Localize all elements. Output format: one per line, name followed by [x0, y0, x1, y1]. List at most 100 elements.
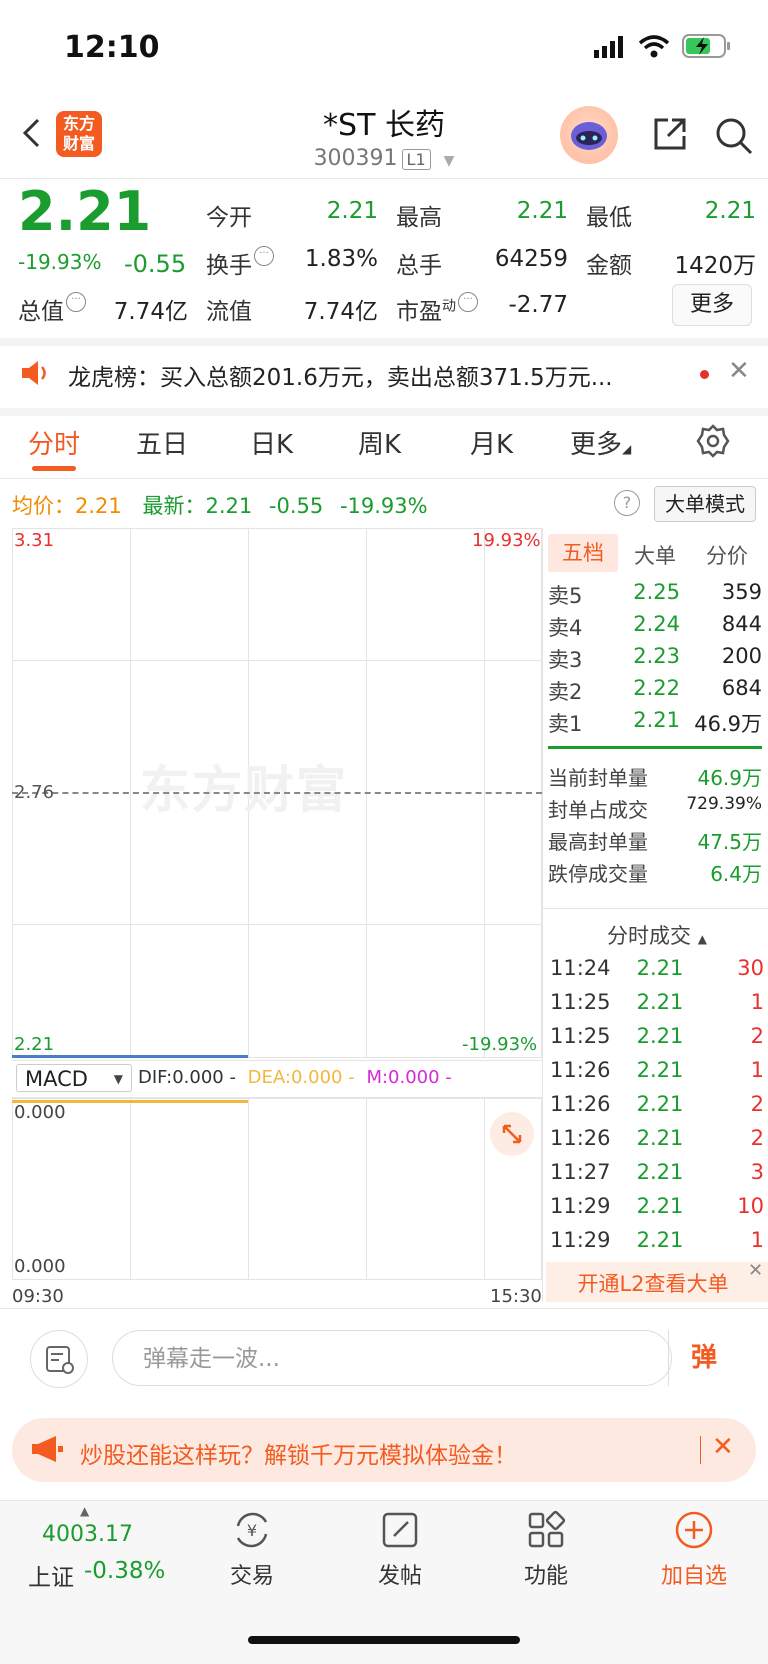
grid-line — [248, 1098, 249, 1280]
indicator-selector[interactable]: MACD ▼ — [16, 1064, 132, 1092]
tab-monthly-k[interactable]: 月K — [470, 424, 513, 461]
ask-price: 2.21 — [633, 708, 680, 732]
order-book-separator — [548, 746, 762, 749]
ask-volume: 46.9万 — [694, 712, 762, 736]
nav-post-label[interactable]: 发帖 — [350, 1558, 450, 1590]
seal-label: 当前封单量 — [548, 766, 648, 790]
header-divider — [0, 178, 768, 179]
post-icon[interactable] — [378, 1508, 422, 1552]
latest-value: 2.21 — [205, 494, 253, 518]
chart-bottom-divider — [0, 1308, 768, 1309]
change-percent: -19.93% — [18, 250, 102, 274]
ticks-header[interactable]: 分时成交 ▲ — [546, 920, 768, 950]
danmu-send-button[interactable]: 弹 — [668, 1330, 739, 1386]
functions-icon[interactable] — [524, 1508, 568, 1552]
l2-banner-text[interactable]: 开通L2查看大单 — [548, 1268, 758, 1298]
tick-price: 2.21 — [636, 1194, 684, 1218]
high-label: 最高 — [396, 205, 442, 231]
tabs-divider — [0, 478, 768, 479]
pct-axis-bottom: -19.93% — [462, 1034, 538, 1055]
macd-m: M:0.000 - — [366, 1067, 452, 1088]
help-icon[interactable]: ? — [614, 490, 640, 516]
caret-up-icon: ▲ — [697, 932, 707, 946]
grid-line — [130, 1098, 131, 1280]
battery-icon — [682, 34, 730, 58]
seal-label: 跌停成交量 — [548, 862, 648, 886]
tab-more[interactable]: 更多◢ — [570, 424, 631, 461]
macd-y-top: 0.000 — [14, 1102, 66, 1123]
trade-icon[interactable]: ¥ — [230, 1508, 274, 1552]
nav-functions-label[interactable]: 功能 — [496, 1558, 596, 1590]
dragon-tiger-notice[interactable]: 龙虎榜：买入总额201.6万元，卖出总额371.5万元... — [68, 358, 668, 392]
float-value: 7.74亿 — [303, 299, 378, 325]
tab-big-orders[interactable]: 大单 — [634, 540, 676, 570]
tick-time: 11:29 — [550, 1194, 611, 1218]
danmu-input[interactable]: 弹幕走一波... — [112, 1330, 672, 1386]
chart-info-line: 均价：2.21 最新：2.21 -0.55 -19.93% — [12, 490, 428, 520]
tick-price: 2.21 — [636, 1058, 684, 1082]
tab-five-levels[interactable]: 五档 — [548, 534, 618, 572]
index-change[interactable]: -0.38% — [84, 1558, 165, 1584]
tab-daily-k[interactable]: 日K — [250, 424, 293, 461]
index-name[interactable]: 上证 — [28, 1558, 74, 1592]
tab-five-day[interactable]: 五日 — [136, 424, 188, 461]
danmu-settings-icon[interactable] — [30, 1330, 88, 1388]
more-button[interactable]: 更多 — [672, 284, 752, 326]
caret-icon: ◢ — [622, 442, 632, 456]
amount-value: 1420万 — [674, 253, 756, 279]
pct-axis-top: 19.93% — [472, 530, 541, 551]
tick-price: 2.21 — [636, 1160, 684, 1184]
float-label: 流值 — [206, 299, 252, 325]
big-order-mode-button[interactable]: 大单模式 — [654, 486, 756, 522]
add-watchlist-icon[interactable] — [672, 1508, 716, 1552]
wifi-icon — [638, 35, 670, 58]
dropdown-arrow-icon: ▼ — [113, 1072, 123, 1086]
gear-icon[interactable] — [696, 424, 730, 458]
promo-text[interactable]: 炒股还能这样玩？解锁千万元模拟体验金！ — [80, 1436, 517, 1470]
share-icon[interactable] — [652, 116, 688, 152]
tick-volume: 30 — [737, 956, 764, 980]
seal-label: 封单占成交 — [548, 798, 648, 822]
ask-price: 2.24 — [633, 612, 680, 636]
tab-intraday[interactable]: 分时 — [28, 424, 80, 461]
mktcap-value: 7.74亿 — [113, 299, 188, 325]
tick-time: 11:25 — [550, 990, 611, 1014]
close-icon[interactable]: ✕ — [728, 356, 750, 386]
tab-price-dist[interactable]: 分价 — [706, 540, 748, 570]
ask-label: 卖1 — [548, 712, 583, 736]
tick-volume: 1 — [750, 1228, 764, 1252]
tick-time: 11:29 — [550, 1228, 611, 1252]
seal-label: 最高封单量 — [548, 830, 648, 854]
close-icon[interactable]: ✕ — [712, 1432, 734, 1462]
nav-trade-label[interactable]: 交易 — [202, 1558, 302, 1590]
close-icon[interactable]: ✕ — [748, 1260, 763, 1281]
promo-separator — [700, 1436, 701, 1464]
y-axis-bottom: 2.21 — [14, 1034, 55, 1055]
assistant-robot-icon[interactable] — [560, 106, 618, 164]
ask-volume: 200 — [721, 644, 762, 668]
expand-icon[interactable] — [490, 1112, 534, 1156]
ask-price: 2.22 — [633, 676, 680, 700]
tick-time: 11:26 — [550, 1058, 611, 1082]
index-value[interactable]: 4003.17 — [42, 1522, 133, 1547]
mktcap-label: 总值 ··· — [18, 292, 86, 326]
time-axis-start: 09:30 — [12, 1286, 64, 1307]
megaphone-icon — [32, 1436, 63, 1462]
search-icon[interactable] — [714, 116, 754, 156]
tab-weekly-k[interactable]: 周K — [358, 424, 401, 461]
tick-volume: 2 — [750, 1092, 764, 1116]
macd-y-bottom: 0.000 — [14, 1256, 66, 1277]
tick-price: 2.21 — [636, 990, 684, 1014]
tick-price: 2.21 — [636, 956, 684, 980]
grid-line — [366, 1098, 367, 1280]
tick-price: 2.21 — [636, 1092, 684, 1116]
nav-add-watchlist-label[interactable]: 加自选 — [644, 1558, 744, 1590]
macd-dif: DIF:0.000 - — [138, 1067, 236, 1088]
macd-chart[interactable] — [12, 1098, 542, 1280]
ask-label: 卖2 — [548, 680, 583, 704]
tick-time: 11:26 — [550, 1126, 611, 1150]
latest-pct: -19.93% — [339, 494, 428, 518]
tick-volume: 3 — [750, 1160, 764, 1184]
avg-label: 均价： — [12, 494, 75, 518]
tick-time: 11:24 — [550, 956, 611, 980]
